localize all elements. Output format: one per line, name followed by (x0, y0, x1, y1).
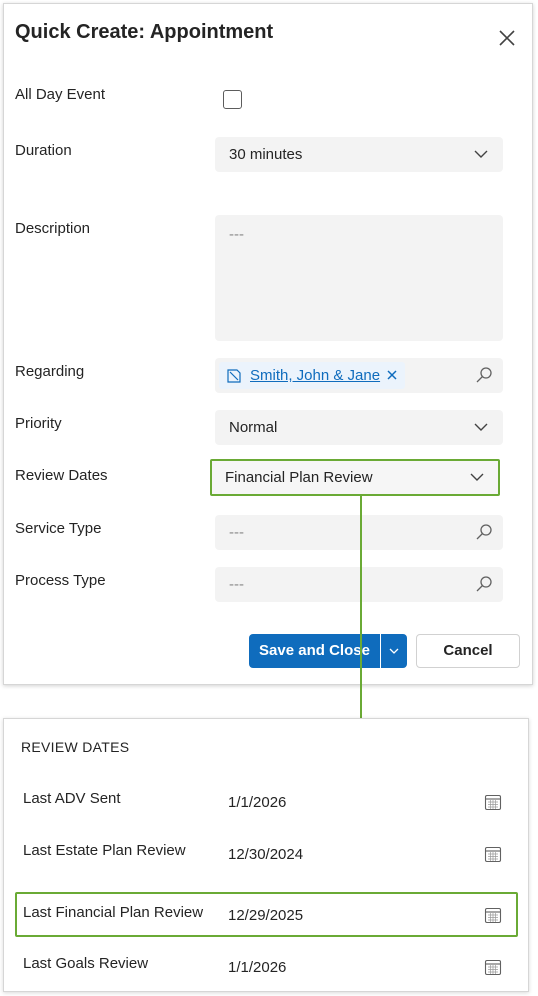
close-icon[interactable] (497, 28, 517, 48)
review-row: Last ADV Sent 1/1/2026 (4, 782, 530, 822)
review-dates-select[interactable]: Financial Plan Review (210, 459, 500, 496)
chevron-down-icon (474, 423, 488, 431)
search-icon[interactable] (475, 366, 493, 384)
process-type-placeholder: --- (229, 576, 244, 593)
review-row-date[interactable]: 1/1/2026 (228, 959, 286, 976)
record-icon (227, 369, 241, 383)
dialog-title: Quick Create: Appointment (15, 21, 274, 43)
calendar-icon[interactable] (484, 845, 502, 863)
all-day-event-checkbox[interactable] (223, 90, 242, 109)
all-day-event-label: All Day Event (15, 86, 106, 103)
review-row-date[interactable]: 1/1/2026 (228, 794, 286, 811)
regarding-tag: Smith, John & Jane (219, 362, 405, 389)
service-type-placeholder: --- (229, 524, 244, 541)
description-label: Description (15, 220, 91, 237)
duration-label: Duration (15, 142, 72, 159)
review-row-date[interactable]: 12/29/2025 (228, 907, 303, 924)
review-row-label: Last Goals Review (23, 955, 149, 972)
chevron-down-icon (389, 648, 399, 654)
review-row-label: Last ADV Sent (23, 790, 121, 807)
process-type-lookup[interactable]: --- (215, 567, 503, 602)
remove-tag-icon[interactable] (386, 369, 398, 381)
save-options-button[interactable] (381, 634, 407, 668)
cancel-button[interactable]: Cancel (416, 634, 520, 668)
regarding-lookup[interactable]: Smith, John & Jane (215, 358, 503, 393)
search-icon[interactable] (475, 575, 493, 593)
review-row: Last Estate Plan Review 12/30/2024 (4, 834, 530, 874)
calendar-icon[interactable] (484, 793, 502, 811)
priority-label: Priority (15, 415, 62, 432)
review-dates-panel: REVIEW DATES Last ADV Sent 1/1/2026 Last… (3, 718, 529, 992)
priority-select[interactable]: Normal (215, 410, 503, 445)
description-placeholder: --- (229, 226, 244, 243)
priority-value: Normal (229, 419, 278, 436)
process-type-label: Process Type (15, 572, 106, 589)
duration-value: 30 minutes (229, 146, 303, 163)
quick-create-dialog: Quick Create: Appointment All Day Event … (3, 3, 533, 685)
calendar-icon[interactable] (484, 958, 502, 976)
review-row-highlighted: Last Financial Plan Review 12/29/2025 (15, 892, 518, 937)
chevron-down-icon (470, 473, 484, 481)
duration-select[interactable]: 30 minutes (215, 137, 503, 172)
search-icon[interactable] (475, 523, 493, 541)
review-dates-label: Review Dates (15, 467, 108, 484)
review-row-label: Last Estate Plan Review (23, 842, 186, 859)
chevron-down-icon (474, 150, 488, 158)
regarding-label: Regarding (15, 363, 85, 380)
review-row-label: Last Financial Plan Review (23, 904, 204, 921)
regarding-link[interactable]: Smith, John & Jane (250, 367, 380, 384)
review-row-date[interactable]: 12/30/2024 (228, 846, 303, 863)
calendar-icon[interactable] (484, 906, 502, 924)
review-dates-section-title: REVIEW DATES (21, 739, 130, 755)
service-type-lookup[interactable]: --- (215, 515, 503, 550)
review-dates-value: Financial Plan Review (225, 469, 373, 486)
review-row: Last Goals Review 1/1/2026 (4, 947, 530, 987)
description-textarea[interactable]: --- (215, 215, 503, 341)
service-type-label: Service Type (15, 520, 102, 537)
